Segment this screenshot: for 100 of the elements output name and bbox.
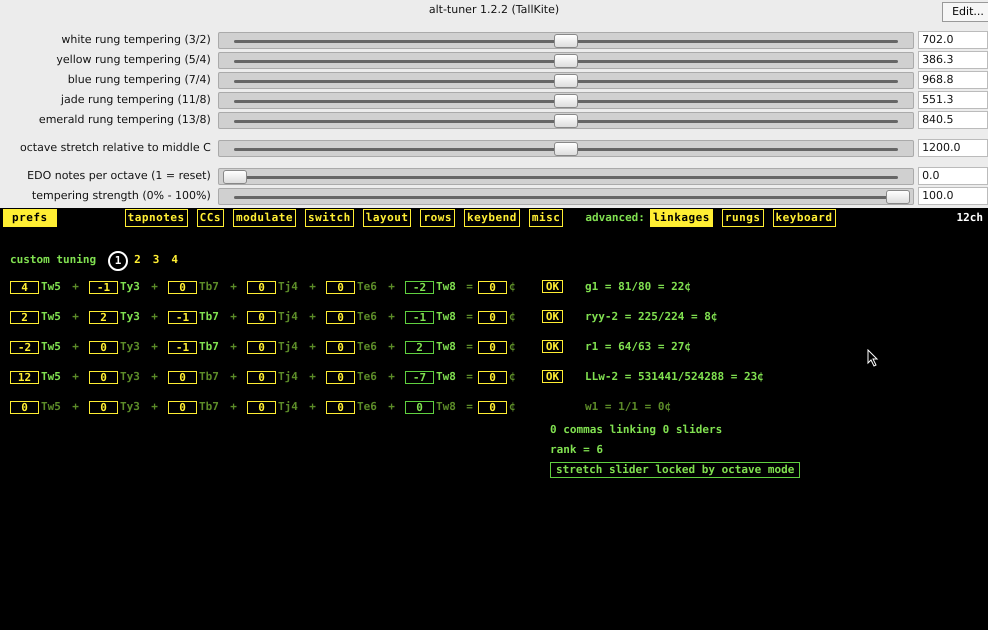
- tuning-option[interactable]: 4: [171, 252, 178, 269]
- term-label: Tb7: [198, 368, 220, 385]
- value-box[interactable]: 0: [168, 370, 197, 384]
- tab[interactable]: modulate: [232, 208, 296, 228]
- value-box[interactable]: -2: [405, 280, 434, 294]
- value-box[interactable]: 0: [326, 280, 355, 294]
- value-box[interactable]: 0: [89, 400, 118, 414]
- edit-button[interactable]: Edit...: [942, 2, 988, 22]
- value-field[interactable]: 1200.0: [918, 139, 988, 157]
- slider-thumb[interactable]: [222, 170, 247, 184]
- value-box[interactable]: -1: [168, 310, 197, 324]
- tab[interactable]: tapnotes: [124, 208, 188, 228]
- notice-box: stretch slider locked by octave mode: [550, 462, 800, 478]
- ok-button[interactable]: OK: [542, 280, 563, 293]
- value-box[interactable]: 0: [247, 310, 276, 324]
- slider[interactable]: [218, 140, 914, 156]
- total-box[interactable]: 0: [478, 370, 507, 384]
- term-label: Ty3: [119, 368, 141, 385]
- value-field[interactable]: 386.3: [918, 51, 988, 69]
- slider-thumb[interactable]: [554, 34, 578, 48]
- cents-sign: ¢: [509, 398, 517, 415]
- value-box[interactable]: 0: [247, 340, 276, 354]
- plus-sign: +: [71, 398, 80, 415]
- tab[interactable]: layout: [362, 208, 412, 228]
- ok-button[interactable]: OK: [542, 310, 563, 323]
- tab[interactable]: linkages: [650, 208, 713, 228]
- value-box[interactable]: 0: [326, 340, 355, 354]
- value-field[interactable]: 551.3: [918, 91, 988, 109]
- plus-sign: +: [308, 398, 317, 415]
- value-box[interactable]: 0: [168, 280, 197, 294]
- value-box[interactable]: -2: [10, 340, 39, 354]
- tab[interactable]: switch: [304, 208, 354, 228]
- slider[interactable]: [218, 72, 914, 88]
- plus-sign: +: [387, 278, 396, 295]
- plus-sign: +: [229, 308, 238, 325]
- term-label: Te6: [356, 308, 378, 325]
- total-box[interactable]: 0: [478, 340, 507, 354]
- value-box[interactable]: 0: [326, 400, 355, 414]
- tab[interactable]: prefs: [3, 208, 57, 228]
- slider-thumb[interactable]: [554, 74, 578, 88]
- value-field[interactable]: 0.0: [918, 167, 988, 185]
- comma-text: ryy-2 = 225/224 = 8¢: [585, 308, 718, 325]
- value-box[interactable]: 4: [10, 280, 39, 294]
- slider-thumb[interactable]: [554, 114, 578, 128]
- value-field[interactable]: 702.0: [918, 31, 988, 49]
- slider-thumb[interactable]: [554, 142, 578, 156]
- slider[interactable]: [218, 32, 914, 48]
- cursor-icon: [867, 349, 879, 367]
- ok-button[interactable]: OK: [542, 370, 563, 383]
- value-box[interactable]: -1: [168, 340, 197, 354]
- tab[interactable]: rungs: [722, 208, 764, 228]
- value-box[interactable]: 0: [168, 400, 197, 414]
- value-field[interactable]: 840.5: [918, 111, 988, 129]
- tuning-option[interactable]: 1: [108, 250, 128, 270]
- slider[interactable]: [218, 52, 914, 68]
- value-box[interactable]: -1: [89, 280, 118, 294]
- value-box[interactable]: -1: [405, 310, 434, 324]
- value-box[interactable]: 0: [326, 310, 355, 324]
- slider-thumb[interactable]: [554, 54, 578, 68]
- tab[interactable]: CCs: [196, 208, 224, 228]
- plus-sign: +: [229, 368, 238, 385]
- slider[interactable]: [218, 188, 914, 204]
- term-label: Tw5: [40, 398, 62, 415]
- value-field[interactable]: 968.8: [918, 71, 988, 89]
- value-field[interactable]: 100.0: [918, 187, 988, 205]
- tab[interactable]: rows: [420, 208, 455, 228]
- value-box[interactable]: 12: [10, 370, 39, 384]
- value-box[interactable]: 0: [326, 370, 355, 384]
- tuning-option[interactable]: 3: [152, 252, 160, 269]
- total-box[interactable]: 0: [478, 310, 507, 324]
- plus-sign: +: [71, 338, 80, 355]
- window-title: alt-tuner 1.2.2 (TallKite): [428, 3, 560, 16]
- slider[interactable]: [218, 112, 914, 128]
- slider[interactable]: [218, 92, 914, 108]
- tab[interactable]: keybend: [464, 208, 520, 228]
- slider-thumb[interactable]: [886, 190, 910, 204]
- advanced-label: advanced:: [585, 210, 645, 226]
- slider[interactable]: [218, 168, 914, 184]
- value-box[interactable]: 0: [247, 400, 276, 414]
- value-box[interactable]: 0: [89, 370, 118, 384]
- term-label: Tw8: [435, 278, 457, 295]
- equals-sign: =: [465, 368, 474, 385]
- slider-thumb[interactable]: [554, 94, 578, 108]
- total-box[interactable]: 0: [478, 400, 507, 414]
- value-box[interactable]: 2: [405, 340, 434, 354]
- term-label: Te6: [356, 398, 378, 415]
- value-box[interactable]: 0: [10, 400, 39, 414]
- value-box[interactable]: 0: [405, 400, 434, 414]
- value-box[interactable]: -7: [405, 370, 434, 384]
- value-box[interactable]: 0: [247, 280, 276, 294]
- value-box[interactable]: 2: [10, 310, 39, 324]
- tab[interactable]: keyboard: [772, 208, 836, 228]
- value-box[interactable]: 0: [247, 370, 276, 384]
- ok-button[interactable]: OK: [542, 340, 563, 353]
- term-label: Tj4: [277, 398, 299, 415]
- tuning-option[interactable]: 2: [134, 252, 141, 269]
- tab[interactable]: misc: [528, 208, 564, 228]
- value-box[interactable]: 2: [89, 310, 118, 324]
- total-box[interactable]: 0: [478, 280, 507, 294]
- value-box[interactable]: 0: [89, 340, 118, 354]
